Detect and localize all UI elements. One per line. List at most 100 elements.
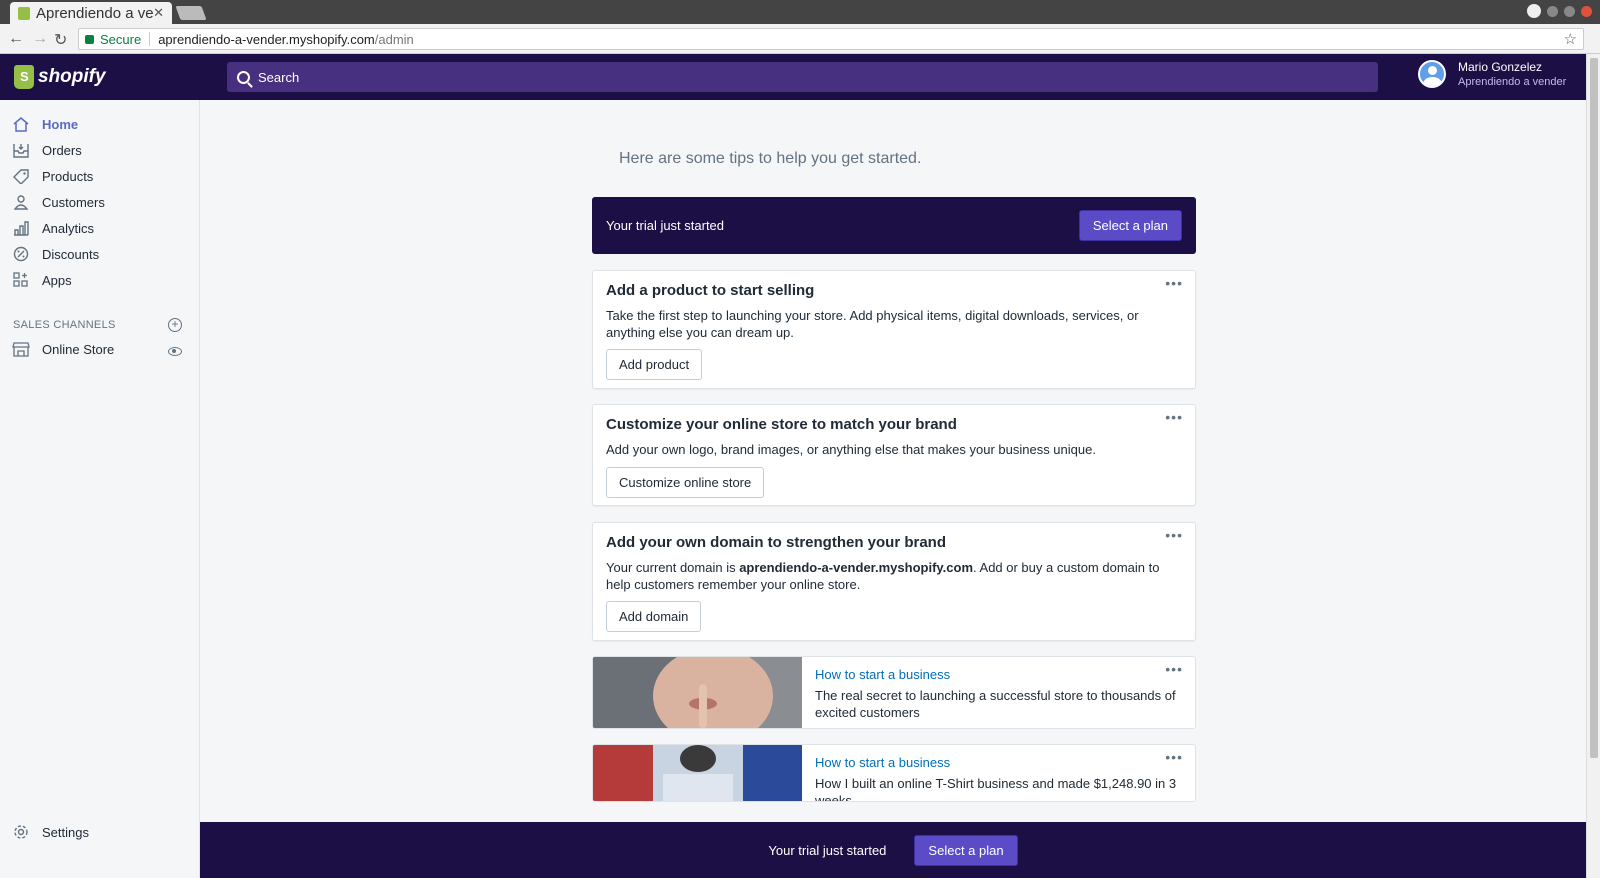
- orders-icon: [13, 144, 29, 158]
- sticky-trial-bar: Your trial just started Select a plan: [200, 822, 1586, 878]
- select-plan-button[interactable]: Select a plan: [1078, 210, 1182, 241]
- view-store-eye-icon[interactable]: [168, 347, 182, 356]
- search-placeholder: Search: [258, 69, 300, 85]
- bookmark-star-icon[interactable]: ☆: [1564, 30, 1577, 48]
- article-description: How I built an online T-Shirt business a…: [815, 776, 1177, 802]
- window-controls: [1527, 4, 1592, 18]
- article-link[interactable]: How to start a business: [815, 755, 950, 770]
- scrollbar-thumb[interactable]: [1590, 58, 1598, 758]
- card-body: Add your own logo, brand images, or anyt…: [606, 442, 1096, 457]
- shopify-favicon-icon: [18, 6, 30, 20]
- reload-icon[interactable]: ↻: [54, 30, 67, 50]
- current-domain: aprendiendo-a-vender.myshopify.com: [739, 560, 974, 575]
- more-actions-icon[interactable]: •••: [1165, 409, 1183, 425]
- add-product-card: ••• Add a product to start selling Take …: [592, 270, 1196, 389]
- close-tab-icon[interactable]: ✕: [153, 5, 164, 21]
- store-icon: [12, 342, 30, 357]
- tab-title: Aprendiendo a vender: [36, 4, 154, 22]
- card-body: Your current domain is aprendiendo-a-ven…: [606, 559, 1184, 593]
- minimize-icon[interactable]: [1547, 5, 1558, 17]
- store-name: Aprendiendo a vender: [1458, 76, 1567, 88]
- sales-channels-title: SALES CHANNELS: [13, 319, 116, 331]
- url-field[interactable]: Secure aprendiendo-a-vender.myshopify.co…: [78, 28, 1584, 50]
- bar-chart-icon: [14, 221, 29, 236]
- browser-tab-bar: Aprendiendo a vender ✕: [0, 0, 1600, 24]
- add-domain-card: ••• Add your own domain to strengthen yo…: [592, 522, 1196, 641]
- maximize-icon[interactable]: [1564, 5, 1575, 17]
- browser-tab[interactable]: Aprendiendo a vender ✕: [10, 2, 172, 24]
- discount-icon: [13, 246, 29, 262]
- card-title: Add your own domain to strengthen your b…: [606, 534, 946, 551]
- sidebar-item-label: Analytics: [42, 220, 95, 236]
- close-window-icon[interactable]: [1581, 5, 1592, 17]
- user-name: Mario Gonzelez: [1458, 60, 1543, 74]
- article-card: How to start a business How I built an o…: [592, 744, 1196, 802]
- address-bar: ← → ↻ Secure aprendiendo-a-vender.myshop…: [0, 24, 1600, 54]
- sidebar: Home Orders Products Customers Analytics…: [0, 100, 200, 878]
- shopify-logo[interactable]: shopify: [0, 54, 200, 100]
- customize-store-card: ••• Customize your online store to match…: [592, 404, 1196, 506]
- article-link[interactable]: How to start a business: [815, 667, 950, 682]
- avatar: [1418, 60, 1446, 88]
- sidebar-item-analytics[interactable]: Analytics: [12, 217, 192, 239]
- domain-text-prefix: Your current domain is: [606, 560, 740, 575]
- profile-icon[interactable]: [1527, 4, 1541, 18]
- article-thumbnail-shush[interactable]: [593, 657, 802, 728]
- apps-icon: [13, 272, 28, 287]
- sidebar-item-online-store[interactable]: Online Store: [12, 338, 192, 360]
- search-input[interactable]: Search: [227, 62, 1378, 92]
- card-title: Customize your online store to match you…: [606, 416, 957, 433]
- tag-icon: [13, 169, 29, 184]
- url-host: aprendiendo-a-vender.myshopify.com: [158, 31, 375, 47]
- home-icon: [13, 117, 29, 132]
- page-scrollbar[interactable]: [1586, 54, 1600, 878]
- more-actions-icon[interactable]: •••: [1165, 661, 1183, 677]
- new-tab-button[interactable]: [175, 6, 207, 20]
- sidebar-item-label: Orders: [42, 142, 82, 158]
- logo-text: shopify: [38, 66, 106, 87]
- account-menu[interactable]: Mario Gonzelez Aprendiendo a vender: [1418, 60, 1566, 88]
- person-icon: [13, 195, 29, 210]
- sidebar-item-label: Customers: [42, 194, 105, 210]
- sidebar-item-label: Products: [42, 168, 94, 184]
- trial-text: Your trial just started: [768, 842, 887, 858]
- add-sales-channel-icon[interactable]: +: [168, 318, 182, 332]
- search-icon: [237, 70, 250, 84]
- customize-online-store-button[interactable]: Customize online store: [606, 467, 765, 498]
- page-greeting: Here are some tips to help you get start…: [619, 150, 922, 167]
- more-actions-icon[interactable]: •••: [1165, 749, 1183, 765]
- sidebar-item-orders[interactable]: Orders: [12, 139, 192, 161]
- sidebar-item-label: Discounts: [42, 246, 100, 262]
- article-thumbnail-tshirt[interactable]: [593, 745, 802, 801]
- sidebar-item-label: Online Store: [42, 341, 115, 357]
- sidebar-item-discounts[interactable]: Discounts: [12, 243, 192, 265]
- sidebar-item-label: Apps: [42, 272, 72, 288]
- add-domain-button[interactable]: Add domain: [606, 601, 702, 632]
- select-plan-button[interactable]: Select a plan: [914, 834, 1018, 866]
- sidebar-item-label: Home: [42, 116, 79, 132]
- url-path: /admin: [374, 31, 414, 47]
- article-card: How to start a business The real secret …: [592, 656, 1196, 729]
- sidebar-item-products[interactable]: Products: [12, 165, 192, 187]
- main-content: Here are some tips to help you get start…: [200, 100, 1586, 878]
- gear-icon: [14, 825, 28, 839]
- lock-icon: [85, 34, 94, 44]
- secure-label: Secure: [100, 31, 142, 47]
- sidebar-item-label: Settings: [42, 824, 89, 840]
- shopify-top-bar: shopify Search Mario Gonzelez Aprendiend…: [0, 54, 1586, 100]
- shopify-bag-icon: [14, 65, 34, 89]
- more-actions-icon[interactable]: •••: [1165, 275, 1183, 291]
- card-body: Take the first step to launching your st…: [606, 308, 1139, 340]
- sidebar-item-home[interactable]: Home: [12, 113, 192, 135]
- trial-banner: Your trial just started Select a plan: [592, 197, 1196, 254]
- card-title: Add a product to start selling: [606, 282, 815, 299]
- forward-icon[interactable]: →: [32, 30, 48, 48]
- more-actions-icon[interactable]: •••: [1165, 527, 1183, 543]
- article-description: The real secret to launching a successfu…: [815, 688, 1176, 720]
- back-icon[interactable]: ←: [8, 30, 24, 48]
- url-separator: [149, 32, 151, 46]
- add-product-button[interactable]: Add product: [606, 349, 703, 380]
- sidebar-item-apps[interactable]: Apps: [12, 269, 192, 291]
- sidebar-item-customers[interactable]: Customers: [12, 191, 192, 213]
- sidebar-item-settings[interactable]: Settings: [12, 821, 192, 843]
